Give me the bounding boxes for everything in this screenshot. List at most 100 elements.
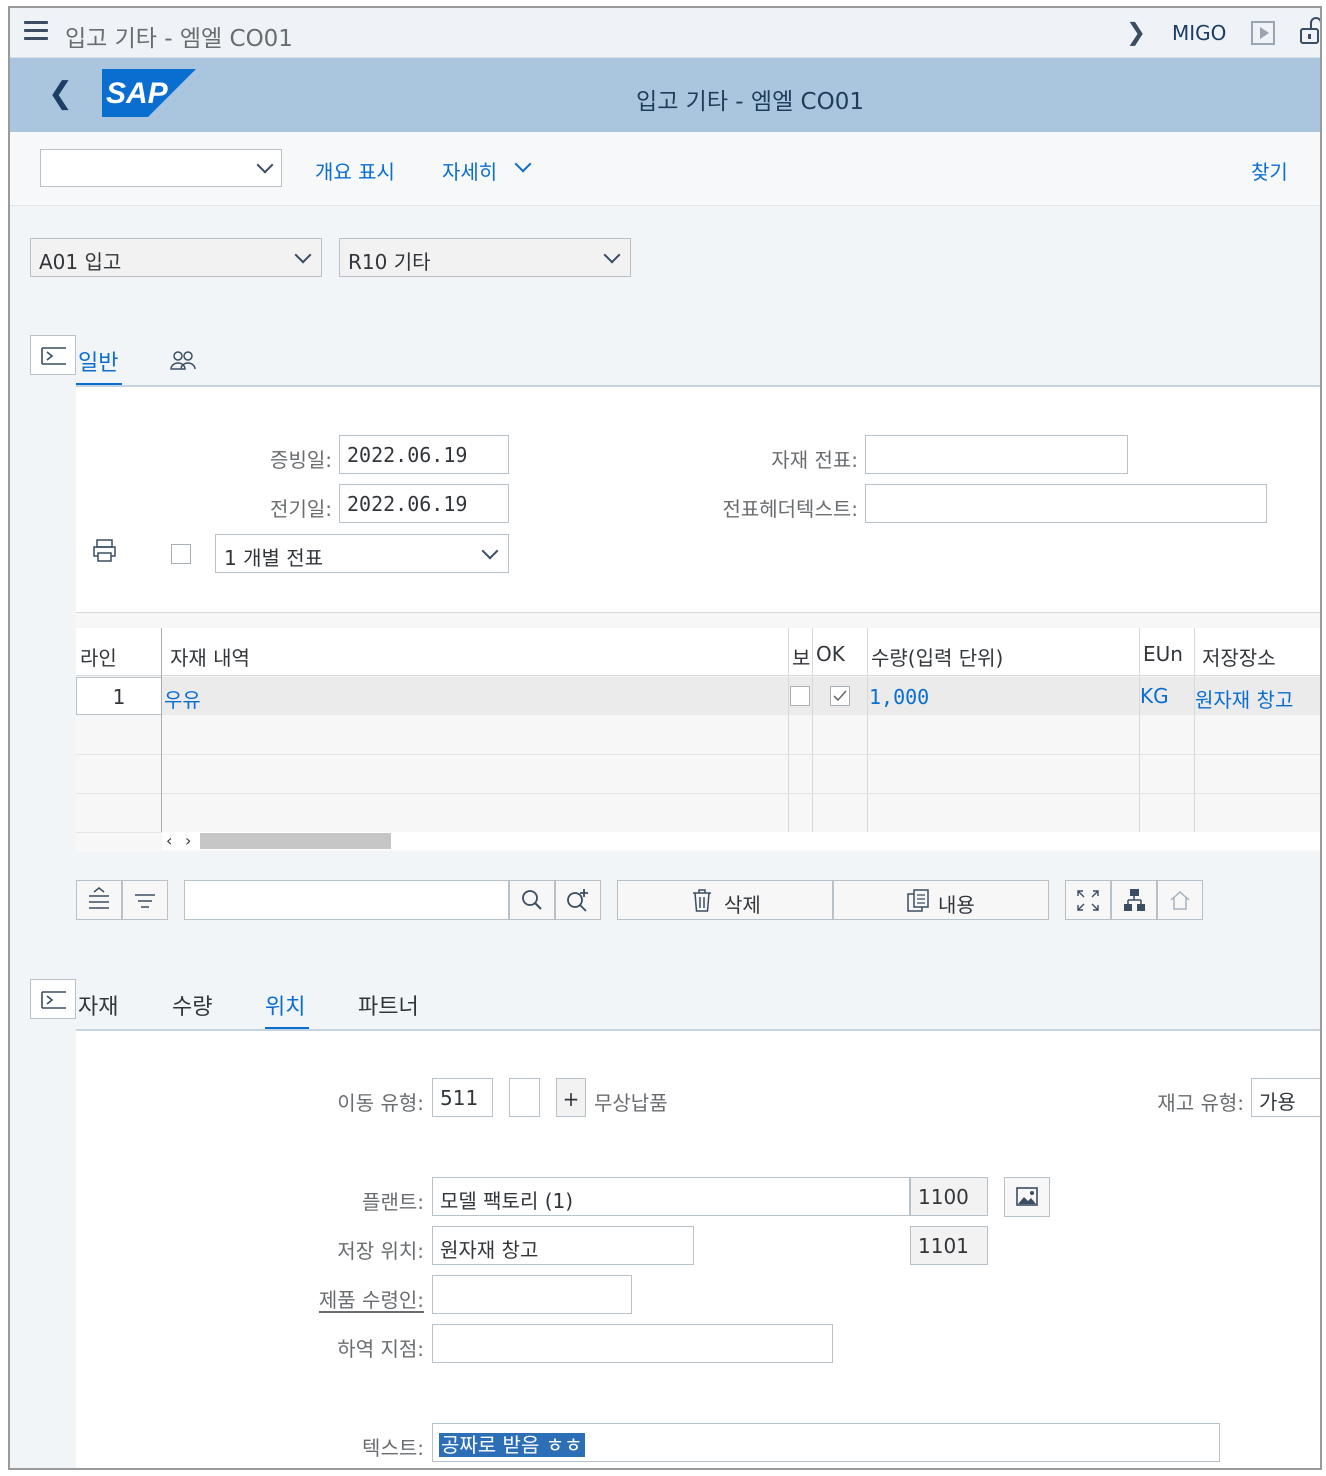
print-option-value: 1 개별 전표 [224, 546, 324, 570]
chevron-down-icon [294, 246, 312, 264]
search-button[interactable] [509, 880, 555, 920]
header-text-label: 전표헤더텍스트: [722, 497, 858, 521]
col-divider [1139, 628, 1140, 832]
chevron-down-icon [481, 542, 499, 560]
sloc-name-input[interactable]: 원자재 창고 [432, 1226, 694, 1265]
material-doc-input[interactable] [865, 435, 1128, 474]
col-divider [161, 628, 162, 832]
row-qty[interactable]: 1,000 [869, 685, 929, 709]
document-icon [907, 889, 929, 912]
chevron-down-icon[interactable] [514, 155, 532, 173]
header-text-input[interactable] [865, 484, 1267, 523]
doc-date-input[interactable]: 2022.06.19 [339, 435, 509, 474]
print-checkbox[interactable] [171, 544, 191, 564]
hierarchy-icon [1124, 889, 1145, 911]
col-line: 라인 [80, 646, 117, 670]
collapse-icon [41, 347, 66, 365]
text-label: 텍스트: [362, 1436, 424, 1460]
tab-material[interactable]: 자재 [78, 989, 118, 1021]
hierarchy-button[interactable] [1111, 880, 1157, 920]
col-divider [1194, 628, 1195, 832]
fullscreen-icon [1077, 890, 1099, 911]
tab-quantity[interactable]: 수량 [172, 989, 212, 1021]
image-icon [1016, 1187, 1038, 1206]
movement-type-input[interactable]: 511 [432, 1078, 493, 1117]
search-next-button[interactable] [555, 880, 601, 920]
scroll-left-icon[interactable]: ‹ [166, 831, 172, 850]
trash-icon [693, 889, 711, 912]
col-hold: 보 [792, 646, 811, 670]
chevron-down-icon [256, 156, 274, 174]
tab-general[interactable]: 일반 [78, 345, 118, 377]
fullscreen-button[interactable] [1065, 880, 1111, 920]
stock-type-label: 재고 유형: [1157, 1091, 1244, 1115]
page-title: 입고 기타 - 엠엘 CO01 [636, 89, 864, 115]
action-value: A01 입고 [39, 250, 122, 274]
title-bar: 입고 기타 - 엠엘 CO01 ❯ MIGO [10, 8, 1320, 58]
row-hold-checkbox[interactable] [790, 686, 810, 706]
tab-partner[interactable]: 파트너 [358, 989, 419, 1021]
sloc-code: 1101 [910, 1226, 988, 1265]
delete-button[interactable]: 삭제 [617, 880, 833, 920]
scroll-thumb[interactable] [200, 833, 391, 849]
col-qty: 수량(입력 단위) [871, 646, 1004, 670]
filter-icon [135, 894, 155, 908]
stock-type-input[interactable]: 가용 [1251, 1078, 1320, 1117]
sap-window: 입고 기타 - 엠엘 CO01 ❯ MIGO ❮ SAP 입고 기타 - 엠엘 … [8, 6, 1322, 1470]
row-divider [76, 793, 1320, 794]
collapse-detail-button[interactable] [30, 979, 76, 1019]
movement-text: 무상납품 [594, 1091, 668, 1115]
row-unit[interactable]: KG [1140, 684, 1169, 708]
col-unit: EUn [1143, 642, 1183, 666]
printer-icon[interactable] [92, 538, 118, 564]
special-stock-input[interactable] [509, 1078, 540, 1117]
app-toolbar: 개요 표시 자세히 찾기 [10, 132, 1320, 206]
print-option-dropdown[interactable]: 1 개별 전표 [215, 534, 509, 573]
movement-sign-button[interactable]: + [556, 1078, 586, 1117]
find-button[interactable]: 찾기 [1251, 156, 1288, 185]
detail-button[interactable]: 자세히 [442, 156, 497, 185]
unlock-icon[interactable] [1299, 16, 1322, 46]
reference-dropdown[interactable]: R10 기타 [339, 238, 631, 277]
search-input[interactable] [184, 880, 509, 920]
row-material[interactable]: 우유 [164, 684, 201, 713]
collapse-header-button[interactable] [30, 335, 76, 375]
col-divider [812, 628, 813, 832]
row-line-number[interactable]: 1 [76, 677, 162, 715]
select-all-button[interactable] [76, 880, 122, 920]
goods-recipient-input[interactable] [432, 1275, 632, 1314]
plant-image-button[interactable] [1004, 1177, 1050, 1217]
col-ok: OK [816, 642, 845, 666]
hamburger-menu-icon[interactable] [24, 21, 48, 41]
plant-label: 플랜트: [362, 1190, 424, 1214]
window-title: 입고 기타 - 엠엘 CO01 [65, 26, 293, 52]
row-sloc[interactable]: 원자재 창고 [1195, 684, 1293, 713]
post-date-label: 전기일: [270, 497, 332, 521]
content-button[interactable]: 내용 [833, 880, 1049, 920]
unloading-point-input[interactable] [432, 1324, 833, 1363]
scroll-right-icon[interactable]: › [185, 831, 191, 850]
action-select[interactable] [40, 149, 282, 187]
persons-icon[interactable] [170, 348, 196, 372]
post-date-input[interactable]: 2022.06.19 [339, 484, 509, 523]
goods-recipient-label[interactable]: 제품 수령인: [300, 1284, 424, 1313]
home-icon [1170, 890, 1190, 910]
sloc-label: 저장 위치: [337, 1239, 424, 1263]
plant-name-input[interactable]: 모델 팩토리 (1) [432, 1177, 910, 1216]
row-ok-checkbox[interactable] [830, 686, 850, 706]
text-input[interactable]: 공짜로 받음 ㅎㅎ [432, 1423, 1220, 1462]
tab-where[interactable]: 위치 [265, 989, 305, 1021]
delete-label: 삭제 [724, 893, 761, 917]
empty-rows [76, 715, 1320, 832]
chevron-down-icon [603, 246, 621, 264]
filter-button[interactable] [122, 880, 168, 920]
home-button[interactable] [1157, 880, 1203, 920]
chevron-right-icon[interactable]: ❯ [1126, 18, 1146, 46]
reference-value: R10 기타 [348, 250, 431, 274]
unloading-point-label: 하역 지점: [337, 1337, 424, 1361]
movement-type-label: 이동 유형: [337, 1091, 424, 1115]
overview-button[interactable]: 개요 표시 [315, 156, 395, 185]
execute-icon[interactable] [1251, 21, 1275, 45]
action-dropdown[interactable]: A01 입고 [30, 238, 322, 277]
content-label: 내용 [938, 893, 975, 917]
